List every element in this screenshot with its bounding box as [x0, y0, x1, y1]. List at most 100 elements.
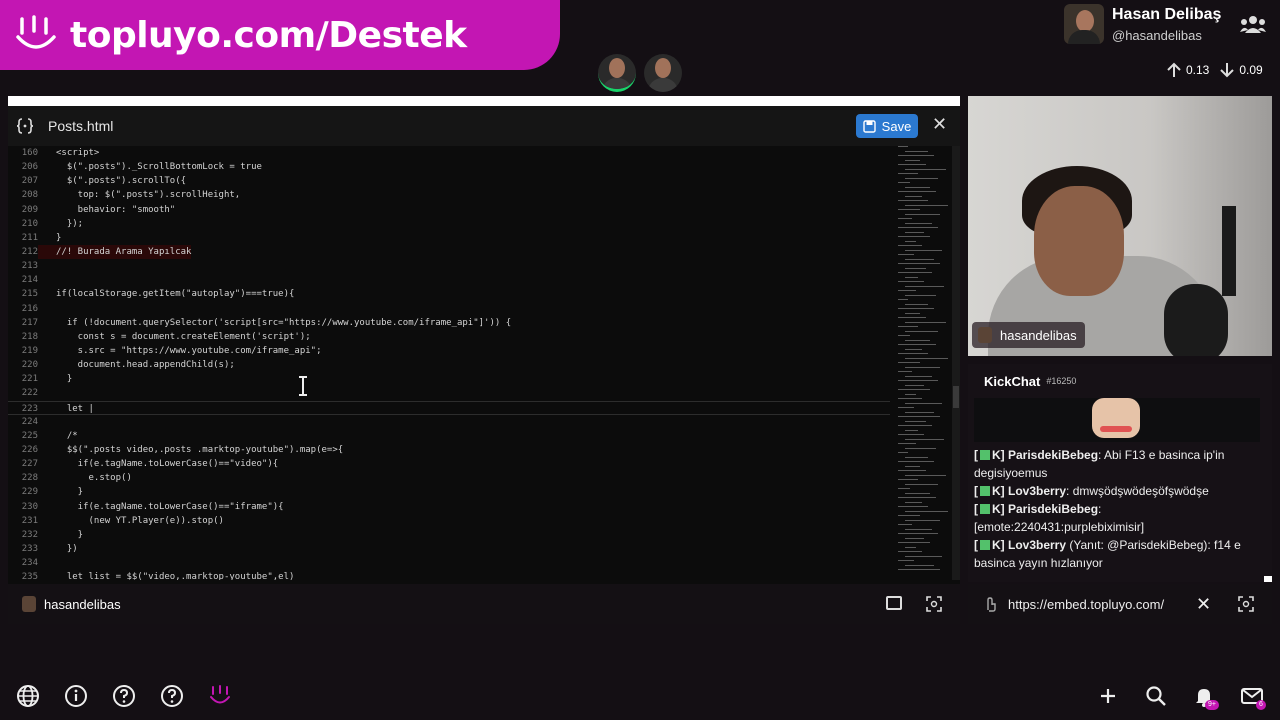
minimap-line	[905, 438, 944, 440]
touch-icon	[987, 597, 996, 612]
code-line[interactable]: 219 s.src = "https://www.youtube.com/ifr…	[8, 344, 890, 358]
code-line[interactable]: 229 }	[8, 485, 890, 499]
code-line[interactable]: 217 if (!document.querySelector('script[…	[8, 316, 890, 330]
minimap-line	[905, 348, 922, 350]
editor-scrollbar[interactable]	[952, 146, 960, 580]
code-line[interactable]: 206 $(".posts")._ScrollBottomLock = true	[8, 160, 890, 174]
chat-scrollbar[interactable]	[1264, 576, 1272, 582]
line-number: 226	[21, 444, 38, 455]
chat-title: KickChat	[984, 373, 1041, 389]
code-area[interactable]: 160 <script> 206 $(".posts")._ScrollBottom…	[8, 146, 890, 580]
code-line[interactable]: 234	[8, 556, 890, 570]
line-number: 223	[21, 403, 38, 414]
kick-badge-icon	[980, 504, 990, 514]
fullscreen-icon[interactable]	[1238, 596, 1254, 612]
line-text: document.head.appendChild(s);	[56, 360, 235, 371]
minimap-line	[905, 420, 926, 422]
minimap-line	[905, 258, 934, 260]
line-number: 208	[21, 190, 38, 201]
minimap-line	[905, 186, 930, 188]
line-number: 235	[21, 572, 38, 580]
code-line[interactable]: 213	[8, 259, 890, 273]
editor-footer: hasandelibas	[8, 584, 960, 624]
kick-chat-panel: KickChat #16250 [K] ParisdekiBebeg: Abi …	[968, 364, 1272, 582]
line-text: if(e.tagName.toLowerCase()=="video"){	[56, 459, 279, 470]
search-icon[interactable]	[1144, 684, 1168, 708]
close-icon[interactable]: ✕	[932, 115, 948, 133]
participant-avatar[interactable]	[644, 54, 682, 92]
voice-participants	[598, 54, 682, 92]
code-line[interactable]: 230 if(e.tagName.toLowerCase()=="iframe"…	[8, 500, 890, 514]
line-number: 221	[21, 374, 38, 385]
line-text: behavior: "smooth"	[56, 204, 176, 215]
line-text: let list = $$("video,.marktop-youtube",e…	[56, 572, 295, 580]
code-line[interactable]: 221 }	[8, 372, 890, 386]
line-text: if (!document.querySelector('script[src=…	[56, 317, 512, 328]
webcam-video[interactable]: hasandelibas	[968, 96, 1272, 356]
line-text: e.stop()	[56, 473, 132, 484]
line-number: 217	[21, 317, 38, 328]
chat-username[interactable]: Lov3berry	[1008, 538, 1066, 552]
code-line[interactable]: 207 $(".posts").scrollTo({	[8, 174, 890, 188]
code-line[interactable]: 208 top: $(".posts").scrollHeight,	[8, 188, 890, 202]
code-line[interactable]: 160 <script>	[8, 146, 890, 160]
info-icon[interactable]	[64, 684, 88, 708]
code-minimap[interactable]	[894, 146, 950, 580]
code-line[interactable]: 211}	[8, 231, 890, 245]
code-line[interactable]: 223 let |	[8, 400, 890, 415]
code-line[interactable]: 210 });	[8, 217, 890, 231]
code-line[interactable]: 220 document.head.appendChild(s);	[8, 358, 890, 372]
save-icon	[862, 119, 876, 133]
topluyo-logo-icon[interactable]	[208, 684, 232, 708]
code-line[interactable]: 218 const s = document.createElement('sc…	[8, 330, 890, 344]
line-text: //! Burada Arama Yapılcak	[38, 244, 192, 260]
code-line[interactable]: 228 e.stop()	[8, 471, 890, 485]
embed-url[interactable]: https://embed.topluyo.com/	[1008, 597, 1164, 612]
help-icon[interactable]	[112, 684, 136, 708]
code-line[interactable]: 212//! Burada Arama Yapılcak	[8, 244, 890, 260]
minimap-line	[898, 470, 926, 471]
code-line[interactable]: 216	[8, 302, 890, 316]
code-line[interactable]: 209 behavior: "smooth"	[8, 203, 890, 217]
line-number: 207	[21, 176, 38, 187]
code-file-icon	[16, 118, 34, 134]
minimap-line	[898, 479, 918, 480]
code-line[interactable]: 214	[8, 273, 890, 287]
line-number: 209	[21, 204, 38, 215]
scrollbar-thumb[interactable]	[953, 386, 959, 408]
minimap-line	[898, 191, 936, 192]
message-tag: K]	[992, 484, 1008, 498]
code-line[interactable]: 226 $$(".posts video,.posts .marktop-you…	[8, 443, 890, 457]
chat-username[interactable]: ParisdekiBebeg	[1008, 502, 1098, 516]
chat-username[interactable]: Lov3berry	[1008, 484, 1066, 498]
code-line[interactable]: 232 }	[8, 528, 890, 542]
code-line[interactable]: 227 if(e.tagName.toLowerCase()=="video")…	[8, 457, 890, 471]
fullscreen-icon[interactable]	[926, 596, 942, 612]
brand-banner[interactable]: topluyo.com/Destek	[0, 0, 560, 70]
code-line[interactable]: 222	[8, 386, 890, 400]
code-line[interactable]: 224	[8, 415, 890, 429]
code-line[interactable]: 231 (new YT.Player(e)).stop()	[8, 514, 890, 528]
help-icon[interactable]	[160, 684, 184, 708]
line-text: let |	[56, 403, 94, 414]
minimap-line	[905, 330, 938, 332]
user-profile[interactable]: Hasan Delibaş @hasandelibas	[1064, 4, 1221, 44]
minimap-line	[905, 402, 942, 404]
people-icon[interactable]	[1240, 14, 1266, 34]
globe-icon[interactable]	[16, 684, 40, 708]
embed-icon[interactable]	[886, 596, 902, 610]
minimap-line	[905, 465, 920, 467]
minimap-line	[898, 398, 922, 399]
code-line[interactable]: 215 if(localStorage.getItem("autoplay")==…	[8, 287, 890, 301]
chat-username[interactable]: ParisdekiBebeg	[1008, 448, 1098, 462]
code-line[interactable]: 225 /*	[8, 429, 890, 443]
participant-avatar[interactable]	[598, 54, 636, 92]
save-button[interactable]: Save	[856, 114, 918, 138]
line-text	[38, 302, 56, 316]
close-icon[interactable]: ✕	[1196, 594, 1211, 615]
code-line[interactable]: 233 })	[8, 542, 890, 556]
code-line[interactable]: 235 let list = $$("video,.marktop-youtub…	[8, 570, 890, 580]
plus-icon[interactable]	[1096, 684, 1120, 708]
line-number: 219	[21, 345, 38, 356]
message-prefix: [	[974, 502, 978, 516]
